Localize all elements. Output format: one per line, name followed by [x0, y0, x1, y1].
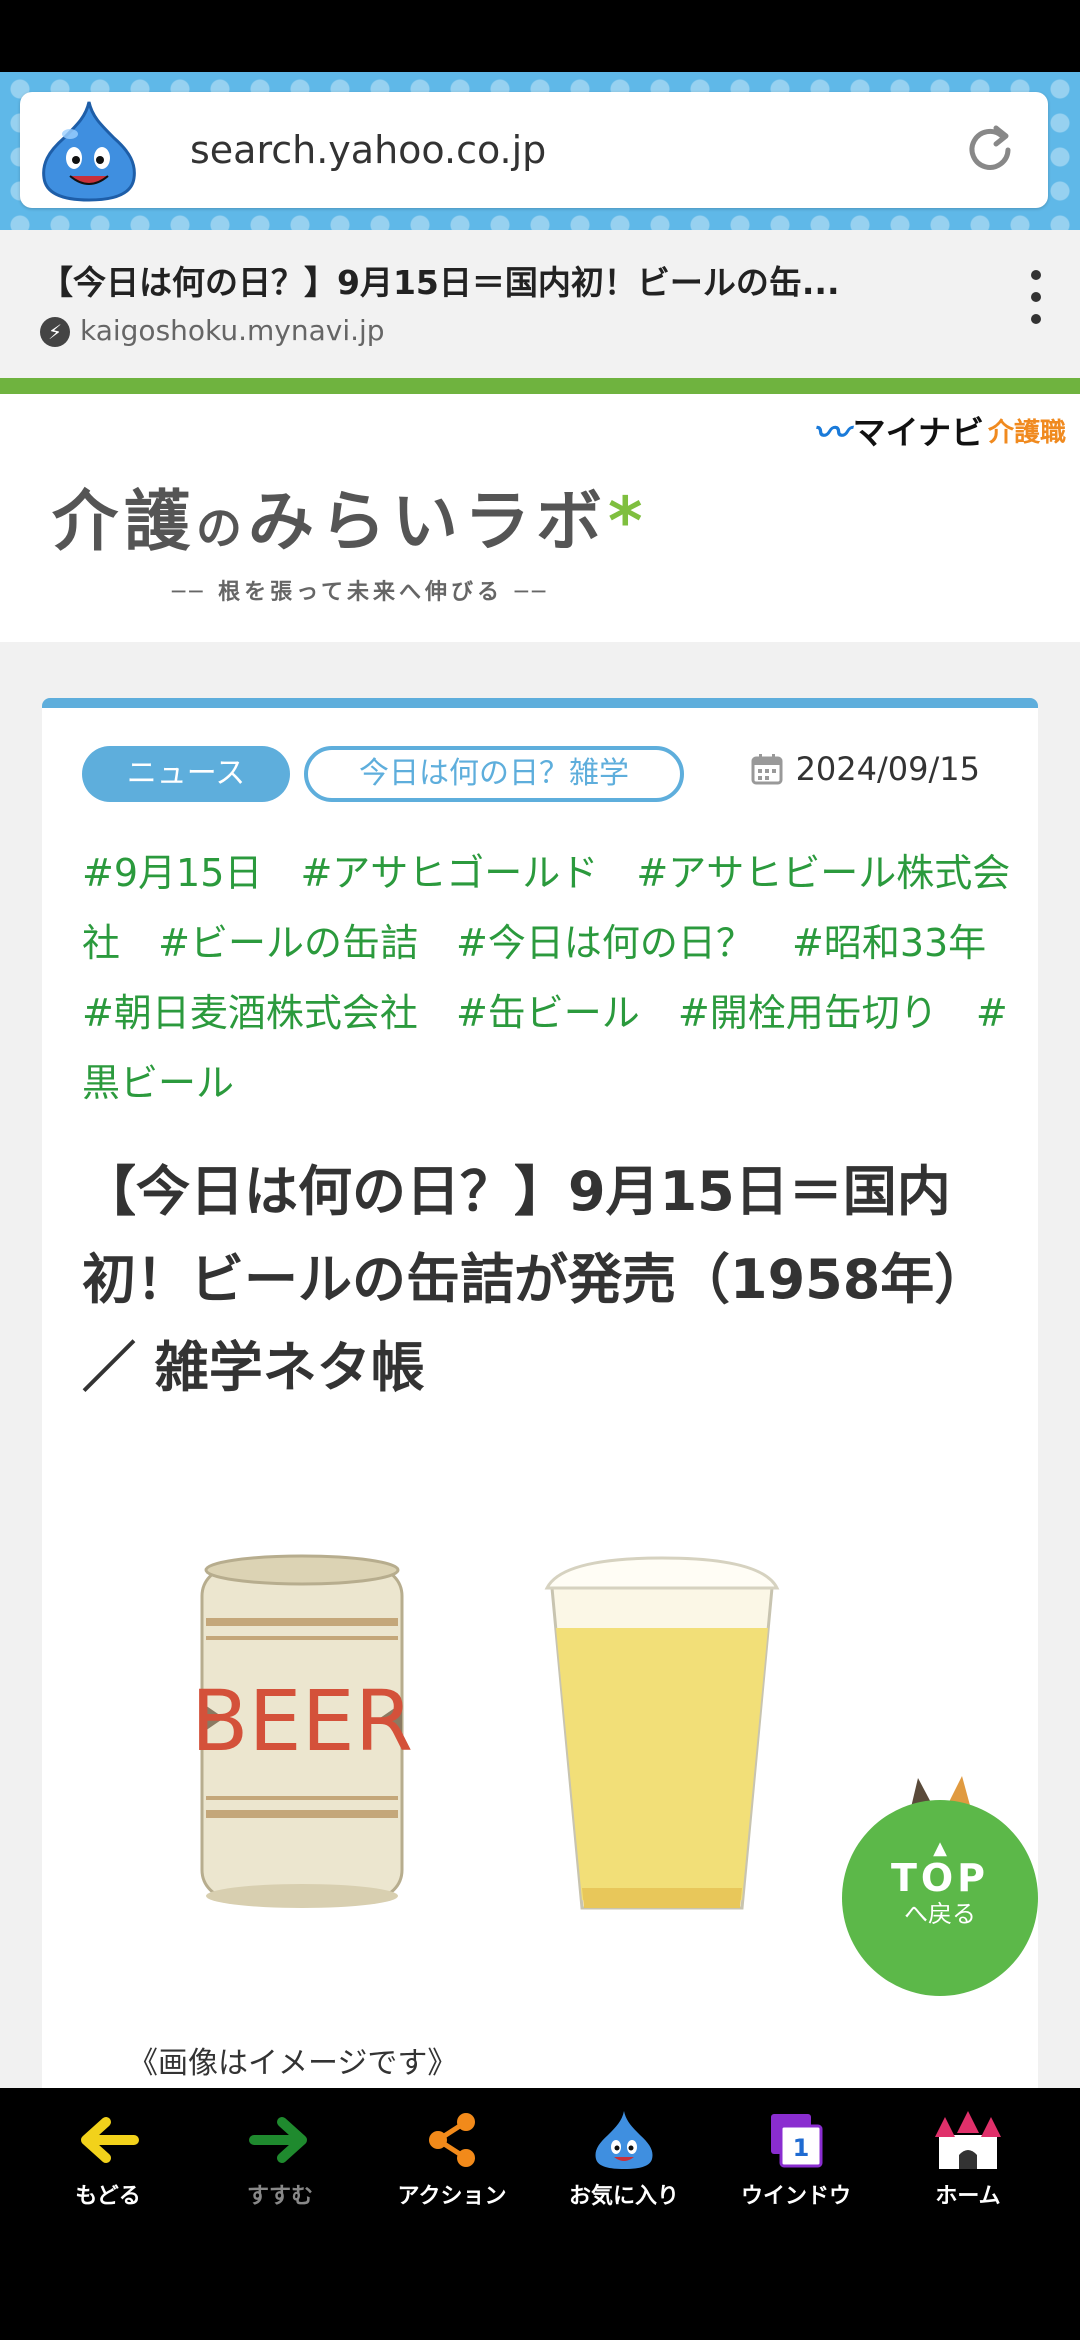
- browser-toolbar: search.yahoo.co.jp: [0, 72, 1080, 230]
- site-accent-line: [0, 378, 1080, 394]
- mynavi-logo[interactable]: 〰 マイナビ 介護職: [813, 408, 1066, 454]
- nav-home[interactable]: ホーム: [878, 2108, 1058, 2210]
- url-text[interactable]: search.yahoo.co.jp: [190, 92, 546, 208]
- tag-link[interactable]: #昭和33年: [792, 921, 986, 965]
- up-arrow-icon: ▲: [933, 1838, 947, 1859]
- bottom-nav: もどる すすむ アクション お気に入り 1 ウインドウ ホーム: [0, 2088, 1080, 2228]
- nav-forward-label: すすむ: [246, 2184, 313, 2209]
- tag-link[interactable]: #朝日麦酒株式会社: [82, 991, 418, 1035]
- nav-window[interactable]: 1 ウインドウ: [706, 2108, 886, 2210]
- tag-list: #9月15日 #アサヒゴールド #アサヒビール株式会社 #ビールの缶詰 #今日は…: [82, 838, 1042, 1118]
- window-count: 1: [793, 2134, 810, 2162]
- nav-window-label: ウインドウ: [740, 2184, 851, 2209]
- share-icon: [429, 2113, 475, 2167]
- back-arrow-icon: [81, 2117, 139, 2163]
- article-date-text: 2024/09/15: [795, 750, 980, 788]
- more-options-icon[interactable]: [1026, 270, 1046, 340]
- nav-home-label: ホーム: [935, 2184, 1001, 2209]
- nav-back[interactable]: もどる: [18, 2108, 198, 2210]
- page-domain-text: kaigoshoku.mynavi.jp: [80, 314, 385, 347]
- system-nav-bar: [0, 2228, 1080, 2340]
- tag-link[interactable]: #缶ビール: [456, 991, 640, 1035]
- mynavi-mark-icon: 〰: [812, 413, 849, 454]
- site-logo-part3: みらいラボ: [248, 483, 608, 560]
- can-label: BEER: [191, 1672, 413, 1770]
- mynavi-logo-text: マイナビ: [852, 413, 984, 452]
- forward-arrow-icon: [249, 2117, 307, 2163]
- amp-bolt-icon: ⚡: [40, 317, 70, 347]
- image-caption: 《画像はイメージです》: [128, 2046, 458, 2081]
- nav-back-label: もどる: [75, 2184, 141, 2209]
- beer-illustration: BEER: [191, 1554, 780, 1910]
- favorites-slime-icon: [595, 2111, 653, 2169]
- page-domain: ⚡ kaigoshoku.mynavi.jp: [40, 314, 385, 347]
- tag-link[interactable]: #ビールの缶詰: [158, 921, 418, 965]
- site-logo-part1: 介護: [52, 483, 196, 560]
- category-trivia[interactable]: 今日は何の日？雑学: [304, 746, 684, 802]
- tag-link[interactable]: #9月15日: [82, 851, 262, 895]
- sprout-icon: *: [608, 483, 649, 560]
- back-to-top-button[interactable]: ▲ TOP へ戻る: [842, 1800, 1038, 1996]
- tag-link[interactable]: #開栓用缶切り: [678, 991, 938, 1035]
- page-info-bar[interactable]: 【今日は何の日？】9月15日＝国内初！ビールの缶... ⚡ kaigoshoku.…: [0, 230, 1080, 378]
- article-date: 2024/09/15: [750, 750, 980, 788]
- mynavi-logo-sub: 介護職: [987, 417, 1066, 448]
- nav-favorites-label: お気に入り: [568, 2184, 679, 2209]
- category-news[interactable]: ニュース: [82, 746, 290, 802]
- calendar-icon: [751, 754, 783, 785]
- site-tagline: ── 根を張って未来へ伸びる ──: [172, 580, 550, 605]
- reload-icon[interactable]: [960, 120, 1020, 180]
- slime-icon[interactable]: [34, 98, 144, 204]
- tag-link[interactable]: #今日は何の日？: [456, 921, 754, 965]
- site-logo[interactable]: 介護のみらいラボ* ── 根を張って未来へ伸びる ──: [52, 468, 649, 606]
- article-headline: 【今日は何の日？】9月15日＝国内初！ビールの缶詰が発売（1958年）／ 雑学ネ…: [82, 1160, 989, 1399]
- site-header: 〰 マイナビ 介護職 介護のみらいラボ* ── 根を張って未来へ伸びる ──: [0, 394, 1080, 642]
- nav-favorites[interactable]: お気に入り: [534, 2108, 714, 2210]
- site-logo-part2: の: [196, 501, 248, 555]
- page-title: 【今日は何の日？】9月15日＝国内初！ビールの缶...: [40, 263, 840, 302]
- nav-action-label: アクション: [397, 2184, 507, 2209]
- nav-action[interactable]: アクション: [362, 2108, 542, 2210]
- castle-home-icon: [935, 2111, 1001, 2169]
- back-to-top-label: TOP: [890, 1856, 990, 1900]
- address-bar[interactable]: search.yahoo.co.jp: [20, 92, 1048, 208]
- back-to-top-sub: へ戻る: [904, 1900, 976, 1928]
- window-icon: 1: [771, 2114, 823, 2168]
- nav-forward[interactable]: すすむ: [190, 2108, 370, 2210]
- status-bar: [0, 0, 1080, 72]
- tag-link[interactable]: #アサヒゴールド: [300, 851, 598, 895]
